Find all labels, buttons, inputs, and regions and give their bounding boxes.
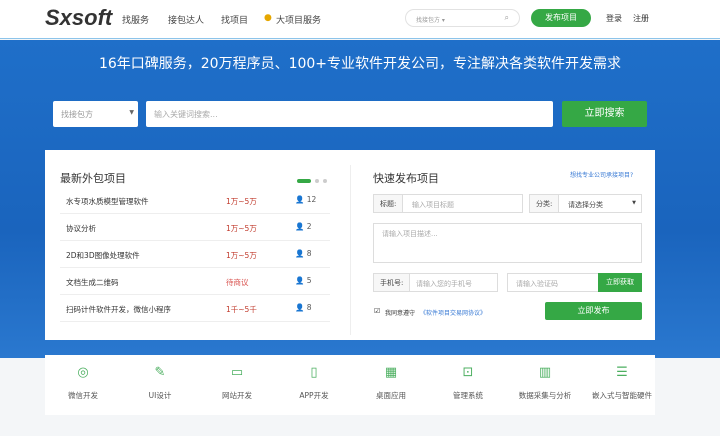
bidders-count: 👤 8 bbox=[295, 303, 312, 312]
carousel-dots[interactable] bbox=[297, 176, 331, 186]
agree-label: 我同意遵守 bbox=[385, 310, 416, 317]
register-link[interactable]: 注册 bbox=[633, 13, 649, 24]
project-name[interactable]: 文档生成二维码 bbox=[66, 277, 119, 288]
bidders-count: 👤 5 bbox=[295, 276, 312, 285]
caret-down-icon: ▼ bbox=[632, 200, 636, 206]
category-strip: ◎ 微信开发 ✎ UI设计 ▭ 网站开发 ▯ APP开发 ▦ 桌面应用 ⊡ 管理系统 ▥ 数据采集与分析 ☰… bbox=[45, 355, 655, 415]
category-label: 微信开发 bbox=[68, 391, 98, 400]
title-input[interactable]: 标题: 输入项目标题 bbox=[373, 194, 523, 213]
category-item[interactable]: ☰ 嵌入式与智能硬件 bbox=[584, 355, 660, 401]
category-item[interactable]: ▯ APP开发 bbox=[276, 355, 352, 401]
slogan: 16年口碑服务，20万程序员、100+专业软件开发公司，专注解决各类软件开发需求 bbox=[98, 56, 622, 72]
code-input[interactable]: 请输入验证码 bbox=[507, 273, 599, 292]
user-icon: 👤 bbox=[295, 303, 305, 312]
category-label: 管理系统 bbox=[453, 391, 483, 400]
project-row[interactable]: 协议分析 1万~5万 👤 2 bbox=[60, 214, 330, 241]
project-row[interactable]: 文档生成二维码 待商议 👤 5 bbox=[60, 268, 330, 295]
agreement-link[interactable]: 《软件项目交易网协议》 bbox=[420, 308, 486, 317]
bidders-count: 👤 2 bbox=[295, 222, 312, 231]
wechat-icon: ◎ bbox=[77, 365, 89, 380]
search-button[interactable]: 立即搜索 bbox=[562, 101, 647, 127]
title-label: 标题: bbox=[374, 195, 404, 212]
nav-find-service[interactable]: 找服务 bbox=[122, 13, 149, 26]
category-label: 桌面应用 bbox=[376, 391, 406, 400]
bidders-count-value: 8 bbox=[306, 303, 312, 312]
category-item[interactable]: ◎ 微信开发 bbox=[45, 355, 121, 401]
project-price: 1万~5万 bbox=[226, 224, 257, 233]
category-label: 嵌入式与智能硬件 bbox=[592, 391, 652, 400]
user-icon: 👤 bbox=[295, 276, 305, 285]
nav-find-project[interactable]: 找项目 bbox=[221, 13, 248, 26]
category-item[interactable]: ▥ 数据采集与分析 bbox=[507, 355, 583, 401]
project-row[interactable]: 水专项水质模型管理软件 1万~5万 👤 12 bbox=[60, 187, 330, 214]
category-label: 网站开发 bbox=[222, 391, 252, 400]
phone-icon: ▯ bbox=[310, 365, 318, 380]
header: Sxsoft 找服务 接包达人 找项目 ● 大项目服务 找接包方 ▾ ⌕ 发布项目… bbox=[0, 0, 720, 39]
bidders-count: 👤 12 bbox=[295, 195, 316, 204]
caret-down-icon: ▼ bbox=[129, 109, 134, 116]
nav-contractors[interactable]: 接包达人 bbox=[168, 13, 204, 26]
category-value: 请选择分类 bbox=[568, 201, 603, 209]
bidders-count-value: 5 bbox=[306, 276, 312, 285]
category-item[interactable]: ⊡ 管理系统 bbox=[430, 355, 506, 401]
get-code-button[interactable]: 立即获取 bbox=[598, 273, 642, 292]
phone-label: 手机号: bbox=[374, 274, 411, 291]
publish-button[interactable]: 发布项目 bbox=[531, 9, 591, 27]
logo[interactable]: Sxsoft bbox=[45, 5, 112, 31]
category-select[interactable]: 分类: 请选择分类 ▼ bbox=[529, 194, 642, 213]
bidders-count-value: 2 bbox=[306, 222, 312, 231]
bidders-count-value: 8 bbox=[306, 249, 312, 258]
hardware-icon: ☰ bbox=[616, 365, 628, 380]
category-label: 分类: bbox=[530, 195, 560, 212]
category-label: UI设计 bbox=[148, 391, 172, 400]
title-placeholder: 输入项目标题 bbox=[412, 201, 454, 209]
design-icon: ✎ bbox=[154, 365, 166, 380]
project-name[interactable]: 水专项水质模型管理软件 bbox=[66, 196, 149, 207]
category-label: APP开发 bbox=[299, 391, 329, 400]
search-type-select[interactable]: 找接包方 ▼ bbox=[53, 101, 138, 127]
category-item[interactable]: ▭ 网站开发 bbox=[199, 355, 275, 401]
projects-title: 最新外包项目 bbox=[60, 172, 126, 185]
monitor-icon: ▭ bbox=[230, 365, 244, 380]
header-search-input[interactable]: 找接包方 ▾ ⌕ bbox=[405, 9, 520, 27]
project-name[interactable]: 协议分析 bbox=[66, 223, 96, 234]
agree-checkbox[interactable]: ☑ bbox=[374, 307, 380, 315]
submit-button[interactable]: 立即发布 bbox=[545, 302, 642, 320]
user-icon: 👤 bbox=[295, 249, 305, 258]
company-link[interactable]: 想找专业公司承接项目? bbox=[570, 170, 633, 179]
project-name[interactable]: 扫码计件软件开发，微信小程序 bbox=[66, 304, 171, 315]
category-item[interactable]: ▦ 桌面应用 bbox=[353, 355, 429, 401]
bar-chart-icon: ▥ bbox=[538, 365, 552, 380]
quick-publish-title: 快速发布项目 bbox=[373, 172, 439, 185]
user-icon: 👤 bbox=[295, 222, 305, 231]
phone-placeholder: 请输入您的手机号 bbox=[416, 280, 472, 288]
project-row[interactable]: 2D和3D图像处理软件 1万~5万 👤 8 bbox=[60, 241, 330, 268]
search-icon[interactable]: ⌕ bbox=[505, 13, 509, 23]
keyword-input[interactable]: 输入关键词搜索... bbox=[146, 101, 553, 127]
user-icon: 👤 bbox=[295, 195, 305, 204]
chart-monitor-icon: ⊡ bbox=[462, 365, 474, 380]
search-type-value: 找接包方 bbox=[61, 110, 93, 119]
project-price: 1千~5千 bbox=[226, 305, 257, 314]
project-name[interactable]: 2D和3D图像处理软件 bbox=[66, 250, 140, 261]
project-row[interactable]: 扫码计件软件开发，微信小程序 1千~5千 👤 8 bbox=[60, 295, 330, 322]
phone-input[interactable]: 手机号: 请输入您的手机号 bbox=[373, 273, 498, 292]
login-link[interactable]: 登录 bbox=[606, 13, 622, 24]
project-price: 1万~5万 bbox=[226, 251, 257, 260]
bidders-count: 👤 8 bbox=[295, 249, 312, 258]
big-project-icon: ● bbox=[264, 13, 272, 23]
category-label: 数据采集与分析 bbox=[518, 391, 572, 400]
header-search-placeholder: 找接包方 bbox=[416, 17, 441, 24]
desktop-icon: ▦ bbox=[384, 365, 398, 380]
nav-big-project[interactable]: 大项目服务 bbox=[276, 13, 321, 26]
bidders-count-value: 12 bbox=[306, 195, 317, 204]
category-item[interactable]: ✎ UI设计 bbox=[122, 355, 198, 401]
project-price: 1万~5万 bbox=[226, 197, 257, 206]
description-textarea[interactable]: 请输入项目描述... bbox=[373, 223, 642, 263]
project-price: 待商议 bbox=[226, 278, 249, 287]
